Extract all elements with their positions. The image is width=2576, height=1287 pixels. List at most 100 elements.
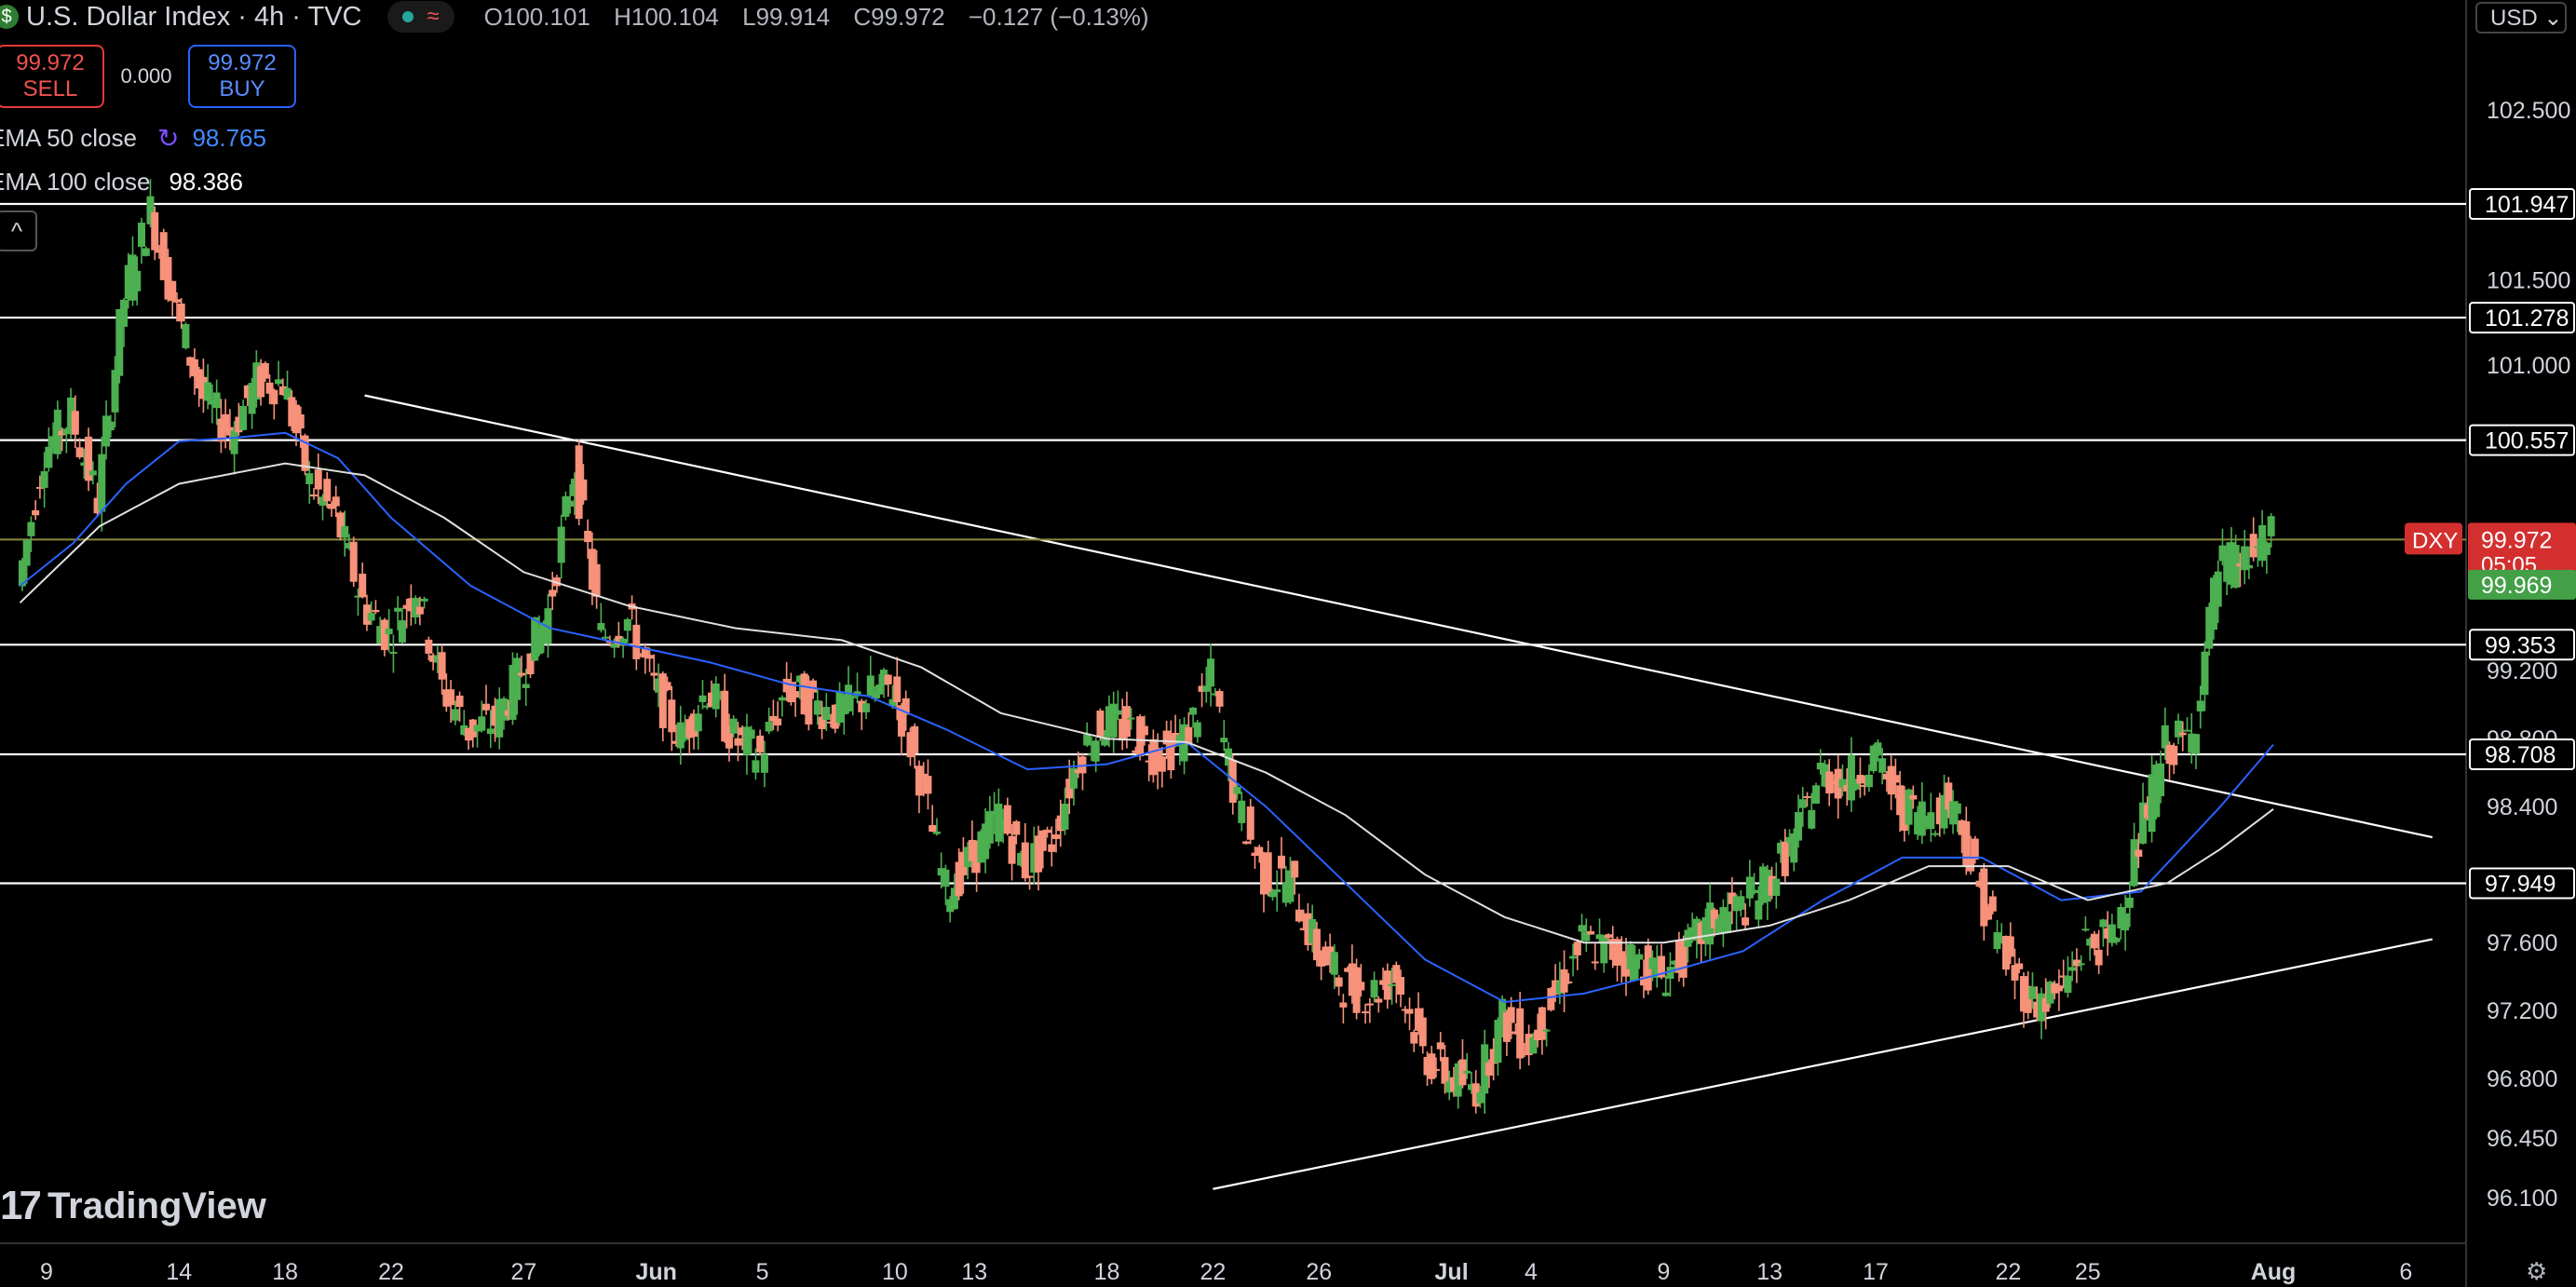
- y-tick-label: 102.500: [2487, 98, 2570, 124]
- sell-button[interactable]: 99.972 SELL: [0, 45, 104, 108]
- candle-body: [875, 684, 884, 695]
- candle-body: [451, 709, 459, 721]
- candle-body: [1591, 961, 1599, 964]
- candle-body: [2267, 516, 2275, 537]
- price-chart[interactable]: 102.500101.500101.00099.20098.80098.4009…: [0, 0, 2576, 1287]
- candle-body: [632, 624, 641, 659]
- symbol-title[interactable]: U.S. Dollar Index · 4h · TVC: [26, 2, 361, 33]
- candle-body: [1635, 954, 1644, 960]
- candle-body: [40, 471, 48, 488]
- candle-body: [1569, 955, 1578, 959]
- candle-body: [1215, 691, 1224, 707]
- candle-body: [1003, 805, 1011, 834]
- candle-body: [71, 411, 79, 435]
- candle-body: [1405, 1009, 1414, 1014]
- candle-body: [668, 699, 676, 733]
- candle-body: [1742, 917, 1750, 926]
- candle-body: [1988, 896, 1997, 912]
- candle-body: [517, 672, 525, 676]
- candle-body: [1847, 754, 1855, 801]
- candle-body: [2122, 913, 2130, 931]
- chevron-up-icon: ^: [10, 216, 23, 245]
- candle-body: [332, 496, 340, 507]
- candle-body: [1795, 812, 1803, 841]
- candle-body: [1109, 703, 1118, 738]
- ohlc-close: C99.972: [853, 2, 945, 31]
- candle-body: [1362, 1011, 1370, 1014]
- candle-body: [2196, 700, 2204, 711]
- candle-body: [1772, 878, 1781, 896]
- candle-body: [1043, 829, 1051, 833]
- candle-body: [1158, 756, 1166, 772]
- y-tick-label: 97.600: [2487, 930, 2557, 956]
- candle-body: [1856, 775, 1864, 784]
- candle-body: [1202, 685, 1211, 692]
- currency-selector[interactable]: USD ⌄: [2475, 2, 2567, 34]
- candle-body: [650, 672, 658, 676]
- candle-body: [1339, 1002, 1348, 1008]
- candle-body: [1246, 806, 1254, 840]
- candle-body: [1494, 1020, 1502, 1063]
- candle-body: [765, 722, 773, 732]
- candle-body: [385, 629, 393, 635]
- x-tick-label: 27: [510, 1259, 536, 1285]
- refresh-icon[interactable]: ↻: [157, 123, 179, 154]
- candle-body: [1463, 1070, 1471, 1074]
- candle-body: [1560, 969, 1568, 993]
- ohlc-open: O100.101: [483, 2, 590, 31]
- candle-body: [822, 707, 831, 721]
- candle-body: [579, 479, 588, 501]
- candle-body: [1410, 1032, 1418, 1044]
- level-price-label: 101.947: [2485, 192, 2569, 218]
- candle-body: [1441, 1057, 1449, 1084]
- candle-body: [204, 382, 212, 401]
- tradingview-wordmark: TradingView: [47, 1185, 266, 1226]
- candle-body: [27, 522, 35, 536]
- candle-body: [1136, 716, 1145, 757]
- candle-body: [2170, 745, 2178, 765]
- sell-label: SELL: [22, 76, 78, 102]
- level-price-label: 97.949: [2485, 871, 2556, 897]
- candle-body: [438, 652, 446, 680]
- candle-body: [1375, 998, 1383, 1003]
- candle-body: [1971, 838, 1979, 860]
- candle-body: [915, 765, 923, 796]
- market-status-badge[interactable]: ≈: [387, 1, 454, 33]
- candle-body: [2068, 967, 2077, 971]
- candle-body: [1565, 981, 1573, 983]
- candle-body: [1370, 980, 1378, 998]
- candle-body: [111, 370, 119, 413]
- candle-body: [513, 657, 522, 700]
- candle-body: [2054, 985, 2063, 992]
- candle-body: [305, 473, 314, 484]
- candle-body: [1048, 844, 1056, 852]
- gear-icon[interactable]: ⚙: [2526, 1257, 2547, 1286]
- candle-body: [478, 716, 486, 731]
- candle-body: [1724, 911, 1732, 933]
- candle-body: [75, 447, 84, 458]
- trade-panel: 99.972 SELL 0.000 99.972 BUY: [0, 45, 296, 108]
- ohlc-readout: O100.101 H100.104 L99.914 C99.972 −0.127…: [484, 3, 1149, 32]
- candle-body: [1335, 977, 1343, 987]
- ohlc-high: H100.104: [614, 2, 719, 31]
- candle-body: [1476, 1091, 1485, 1104]
- candle-body: [1365, 1003, 1374, 1006]
- candle-body: [1038, 830, 1047, 851]
- ema50-legend[interactable]: EMA 50 close ↻ 98.765: [0, 123, 266, 154]
- candle-body: [239, 405, 248, 430]
- ema100-legend[interactable]: EMA 100 close 98.386: [0, 168, 243, 196]
- candle-body: [1189, 707, 1198, 715]
- candle-body: [929, 825, 937, 833]
- candle-body: [1436, 1042, 1444, 1050]
- candle-body: [1277, 855, 1285, 869]
- candle-body: [862, 703, 871, 712]
- candle-body: [1745, 876, 1754, 899]
- buy-button[interactable]: 99.972 BUY: [188, 45, 296, 108]
- candle-body: [2072, 959, 2081, 967]
- candle-body: [2214, 571, 2222, 607]
- candle-body: [2130, 839, 2138, 887]
- collapse-legend-button[interactable]: ^: [0, 210, 37, 251]
- y-tick-label: 96.800: [2487, 1066, 2557, 1092]
- candle-body: [1578, 925, 1586, 932]
- candle-body: [1909, 794, 1918, 800]
